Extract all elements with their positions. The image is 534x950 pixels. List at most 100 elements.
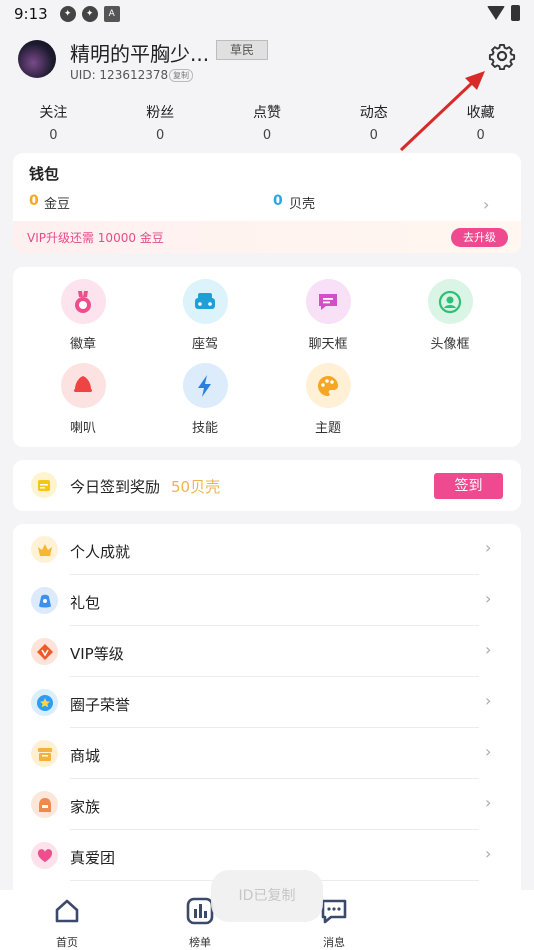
menu-label: 商城	[70, 747, 101, 765]
vip-icon	[31, 638, 58, 665]
feature-label: 座驾	[191, 337, 218, 352]
chevron-right-icon: ›	[483, 195, 490, 214]
menu-list: 个人成就 › 礼包 › VIP等级 › 圈子荣誉 › 商城 › 家族 › 真爱团…	[13, 524, 521, 904]
chevron-right-icon: ›	[485, 538, 492, 557]
battery-icon	[511, 5, 520, 21]
menu-label: VIP等级	[70, 645, 124, 663]
notification-a-icon: A	[103, 6, 120, 22]
avatar-frame-icon	[427, 279, 473, 324]
wallet-title: 钱包	[29, 165, 60, 183]
stat-value: 0	[262, 128, 272, 143]
home-icon	[55, 899, 79, 923]
menu-label: 圈子荣誉	[70, 696, 131, 714]
stat-label: 动态	[359, 105, 388, 121]
feature-theme[interactable]: 主题	[273, 363, 383, 436]
calendar-icon	[31, 472, 57, 498]
stat-following[interactable]: 关注 0	[0, 102, 107, 143]
signin-card: 今日签到奖励 50贝壳 签到	[13, 460, 521, 511]
status-time: 9:13	[14, 5, 48, 23]
toast-message: ID已复制	[211, 870, 323, 922]
feature-label: 技能	[191, 421, 218, 436]
signin-text: 今日签到奖励	[70, 478, 161, 496]
chevron-right-icon: ›	[485, 793, 492, 812]
stat-label: 收藏	[466, 105, 495, 121]
status-notification-icons: ✦ ✦ A	[59, 6, 120, 22]
copy-uid-button[interactable]: 复制	[169, 69, 193, 82]
crown-icon	[31, 536, 58, 563]
stat-value: 0	[369, 128, 378, 143]
menu-item-vip[interactable]: VIP等级 ›	[13, 626, 521, 677]
feature-label: 聊天框	[308, 337, 348, 352]
feature-chat-frame[interactable]: 聊天框	[273, 279, 383, 352]
menu-label: 个人成就	[70, 543, 131, 561]
notification-app-icon: ✦	[59, 6, 76, 22]
feature-car[interactable]: 座驾	[150, 279, 260, 352]
chevron-right-icon: ›	[485, 640, 492, 659]
user-id: UID: 123612378	[70, 68, 169, 82]
wifi-icon	[487, 6, 505, 20]
chat-frame-icon	[305, 279, 351, 324]
upgrade-button[interactable]: 去升级	[451, 228, 508, 247]
stat-value: 0	[476, 128, 485, 143]
vip-upgrade-text: VIP升级还需 10000 金豆	[27, 231, 164, 245]
avatar[interactable]	[18, 40, 56, 78]
megaphone-icon	[60, 363, 106, 408]
chevron-right-icon: ›	[485, 844, 492, 863]
menu-item-circle-honor[interactable]: 圈子荣誉 ›	[13, 677, 521, 728]
stat-value: 0	[49, 128, 58, 143]
medal-icon	[60, 279, 106, 324]
status-bar: 9:13 ✦ ✦ A	[0, 0, 534, 28]
feature-skill[interactable]: 技能	[150, 363, 260, 436]
menu-label: 礼包	[70, 594, 101, 612]
feature-label: 头像框	[430, 337, 470, 352]
shells-label: 贝壳	[289, 197, 316, 212]
username[interactable]: 精明的平胸少...	[70, 38, 209, 67]
feature-medal[interactable]: 徽章	[28, 279, 138, 352]
stat-value: 0	[156, 128, 165, 143]
heart-group-icon	[31, 842, 58, 869]
tab-label: 首页	[56, 936, 78, 949]
shells-value: 0	[273, 193, 283, 209]
tab-home[interactable]: 首页	[27, 896, 107, 950]
feature-avatar-frame[interactable]: 头像框	[395, 279, 505, 352]
feature-label: 主题	[314, 421, 341, 436]
feature-megaphone[interactable]: 喇叭	[28, 363, 138, 436]
family-icon	[31, 791, 58, 818]
chevron-right-icon: ›	[485, 691, 492, 710]
stat-label: 关注	[39, 105, 68, 121]
coins-value: 0	[29, 193, 39, 209]
menu-item-shop[interactable]: 商城 ›	[13, 728, 521, 779]
menu-item-achievements[interactable]: 个人成就 ›	[13, 524, 521, 575]
tab-label: 榜单	[189, 936, 211, 949]
feature-label: 徽章	[69, 337, 96, 352]
stat-label: 粉丝	[146, 105, 175, 121]
car-icon	[182, 279, 228, 324]
wallet-balance-row[interactable]: 0 金豆 0 贝壳 ›	[13, 193, 521, 214]
shop-icon	[31, 740, 58, 767]
gift-bag-icon	[31, 587, 58, 614]
stat-followers[interactable]: 粉丝 0	[107, 102, 214, 143]
notification-app-icon: ✦	[81, 6, 98, 22]
chevron-right-icon: ›	[485, 589, 492, 608]
feature-label: 喇叭	[69, 421, 96, 436]
palette-icon	[305, 363, 351, 408]
menu-item-gift-bag[interactable]: 礼包 ›	[13, 575, 521, 626]
rank-badge: 草民	[216, 40, 268, 60]
stat-label: 点赞	[252, 105, 281, 121]
menu-label: 家族	[70, 798, 101, 816]
feature-grid: 徽章 座驾 聊天框 头像框 喇叭 技能 主题	[13, 267, 521, 447]
chevron-right-icon: ›	[485, 742, 492, 761]
coins-label: 金豆	[44, 197, 71, 212]
lightning-icon	[182, 363, 228, 408]
menu-item-family[interactable]: 家族 ›	[13, 779, 521, 830]
message-icon	[321, 899, 347, 924]
stat-posts[interactable]: 动态 0	[320, 102, 427, 143]
tab-label: 消息	[323, 936, 345, 949]
signin-button[interactable]: 签到	[434, 473, 503, 499]
menu-label: 真爱团	[70, 849, 116, 867]
stats-row: 关注 0 粉丝 0 点赞 0 动态 0 收藏 0	[0, 102, 534, 143]
stat-likes[interactable]: 点赞 0	[214, 102, 321, 143]
vip-upgrade-bar: VIP升级还需 10000 金豆 去升级	[13, 221, 521, 253]
stat-favorites[interactable]: 收藏 0	[427, 102, 534, 143]
honor-icon	[31, 689, 58, 716]
